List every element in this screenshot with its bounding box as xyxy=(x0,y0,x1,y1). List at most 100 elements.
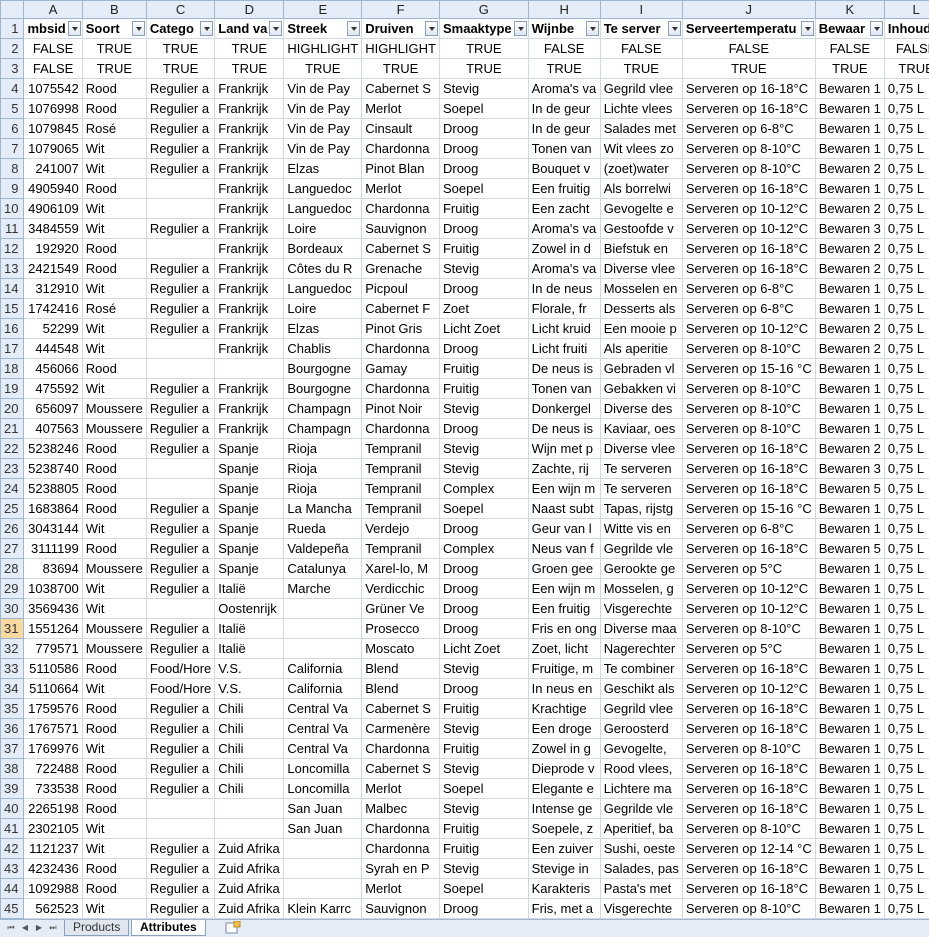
cell[interactable] xyxy=(284,879,362,899)
cell[interactable]: Gerookte ge xyxy=(600,559,682,579)
cell[interactable]: Aperitief, ba xyxy=(600,819,682,839)
cell[interactable]: Regulier a xyxy=(146,399,214,419)
row-header[interactable]: 40 xyxy=(1,799,24,819)
cell[interactable]: Kaviaar, oes xyxy=(600,419,682,439)
cell[interactable]: Rood xyxy=(82,499,146,519)
cell[interactable]: Regulier a xyxy=(146,299,214,319)
cell[interactable] xyxy=(146,819,214,839)
cell[interactable]: FALSE xyxy=(815,39,884,59)
cell[interactable]: Bewaren 2 xyxy=(815,239,884,259)
cell[interactable] xyxy=(146,199,214,219)
cell[interactable]: Cabernet S xyxy=(362,759,440,779)
cell[interactable]: Loncomilla xyxy=(284,759,362,779)
cell[interactable]: Central Va xyxy=(284,699,362,719)
cell[interactable]: Krachtige xyxy=(528,699,600,719)
cell[interactable]: Wit xyxy=(82,379,146,399)
cell[interactable]: 0,75 L xyxy=(884,459,929,479)
cell[interactable]: Bewaren 1 xyxy=(815,499,884,519)
cell[interactable]: 2302105 xyxy=(24,819,82,839)
cell[interactable]: Wit xyxy=(82,159,146,179)
cell[interactable]: Fruitig xyxy=(439,239,528,259)
cell[interactable]: Droog xyxy=(439,519,528,539)
cell[interactable]: Droog xyxy=(439,159,528,179)
cell[interactable]: Diverse maa xyxy=(600,619,682,639)
cell[interactable]: Regulier a xyxy=(146,279,214,299)
cell[interactable]: Fris, met a xyxy=(528,899,600,919)
column-header[interactable]: I xyxy=(600,1,682,19)
row-header[interactable]: 35 xyxy=(1,699,24,719)
cell[interactable]: Frankrijk xyxy=(215,399,284,419)
cell[interactable]: Spanje xyxy=(215,479,284,499)
column-header[interactable]: J xyxy=(682,1,815,19)
cell[interactable]: Central Va xyxy=(284,739,362,759)
row-header[interactable]: 28 xyxy=(1,559,24,579)
row-header[interactable]: 15 xyxy=(1,299,24,319)
cell[interactable]: Licht kruid xyxy=(528,319,600,339)
cell[interactable]: Serveren op 16-18°C xyxy=(682,699,815,719)
cell[interactable]: 2265198 xyxy=(24,799,82,819)
cell[interactable]: Bewaren 1 xyxy=(815,179,884,199)
cell[interactable]: Zuid Afrika xyxy=(215,859,284,879)
cell[interactable]: Frankrijk xyxy=(215,159,284,179)
row-header[interactable]: 7 xyxy=(1,139,24,159)
column-header[interactable]: C xyxy=(146,1,214,19)
cell[interactable]: Carmenère xyxy=(362,719,440,739)
cell[interactable]: Côtes du R xyxy=(284,259,362,279)
cell[interactable]: Valdepeña xyxy=(284,539,362,559)
row-header[interactable]: 22 xyxy=(1,439,24,459)
cell[interactable]: Loire xyxy=(284,219,362,239)
cell[interactable]: Regulier a xyxy=(146,539,214,559)
cell[interactable]: Stevig xyxy=(439,399,528,419)
cell[interactable]: Wit xyxy=(82,679,146,699)
column-header[interactable]: L xyxy=(884,1,929,19)
cell[interactable]: Serveren op 15-16 °C xyxy=(682,359,815,379)
cell[interactable]: TRUE xyxy=(439,39,528,59)
cell[interactable]: Stevig xyxy=(439,659,528,679)
cell[interactable]: HIGHLIGHT xyxy=(284,39,362,59)
header-cell[interactable]: Soort xyxy=(82,19,146,39)
cell[interactable]: Gevogelte e xyxy=(600,199,682,219)
cell[interactable]: San Juan xyxy=(284,819,362,839)
cell[interactable]: 0,75 L xyxy=(884,879,929,899)
cell[interactable]: 0,75 L xyxy=(884,579,929,599)
cell[interactable]: Nagerechter xyxy=(600,639,682,659)
cell[interactable]: Regulier a xyxy=(146,739,214,759)
cell[interactable]: Stevig xyxy=(439,439,528,459)
cell[interactable]: Bewaren 1 xyxy=(815,679,884,699)
cell[interactable]: Vin de Pay xyxy=(284,119,362,139)
cell[interactable]: Serveren op 10-12°C xyxy=(682,679,815,699)
cell[interactable]: Serveren op 16-18°C xyxy=(682,879,815,899)
cell[interactable]: Tapas, rijstg xyxy=(600,499,682,519)
cell[interactable]: 0,75 L xyxy=(884,499,929,519)
cell[interactable]: 0,75 L xyxy=(884,399,929,419)
cell[interactable]: Elegante e xyxy=(528,779,600,799)
cell[interactable]: Serveren op 8-10°C xyxy=(682,619,815,639)
cell[interactable]: 241007 xyxy=(24,159,82,179)
cell[interactable]: Bewaren 5 xyxy=(815,479,884,499)
cell[interactable]: FALSE xyxy=(682,39,815,59)
cell[interactable]: Lichtere ma xyxy=(600,779,682,799)
filter-dropdown-icon[interactable] xyxy=(514,21,527,36)
cell[interactable]: Regulier a xyxy=(146,119,214,139)
header-cell[interactable]: Serveertemperatu xyxy=(682,19,815,39)
cell[interactable]: 0,75 L xyxy=(884,859,929,879)
cell[interactable]: Licht Zoet xyxy=(439,639,528,659)
cell[interactable]: Rood xyxy=(82,439,146,459)
cell[interactable]: Fruitig xyxy=(439,699,528,719)
cell[interactable]: Bewaren 1 xyxy=(815,879,884,899)
cell[interactable]: 5110586 xyxy=(24,659,82,679)
cell[interactable]: Een wijn m xyxy=(528,579,600,599)
cell[interactable]: Bewaren 1 xyxy=(815,139,884,159)
cell[interactable]: Serveren op 8-10°C xyxy=(682,139,815,159)
cell[interactable]: Chardonna xyxy=(362,339,440,359)
cell[interactable]: 0,75 L xyxy=(884,159,929,179)
cell[interactable]: Neus van f xyxy=(528,539,600,559)
cell[interactable]: Chili xyxy=(215,719,284,739)
cell[interactable]: 83694 xyxy=(24,559,82,579)
cell[interactable]: Diverse vlee xyxy=(600,259,682,279)
cell[interactable]: Serveren op 16-18°C xyxy=(682,99,815,119)
cell[interactable]: Serveren op 8-10°C xyxy=(682,899,815,919)
cell[interactable]: FALSE xyxy=(600,39,682,59)
cell[interactable]: FALSE xyxy=(528,39,600,59)
cell[interactable]: Tempranil xyxy=(362,479,440,499)
